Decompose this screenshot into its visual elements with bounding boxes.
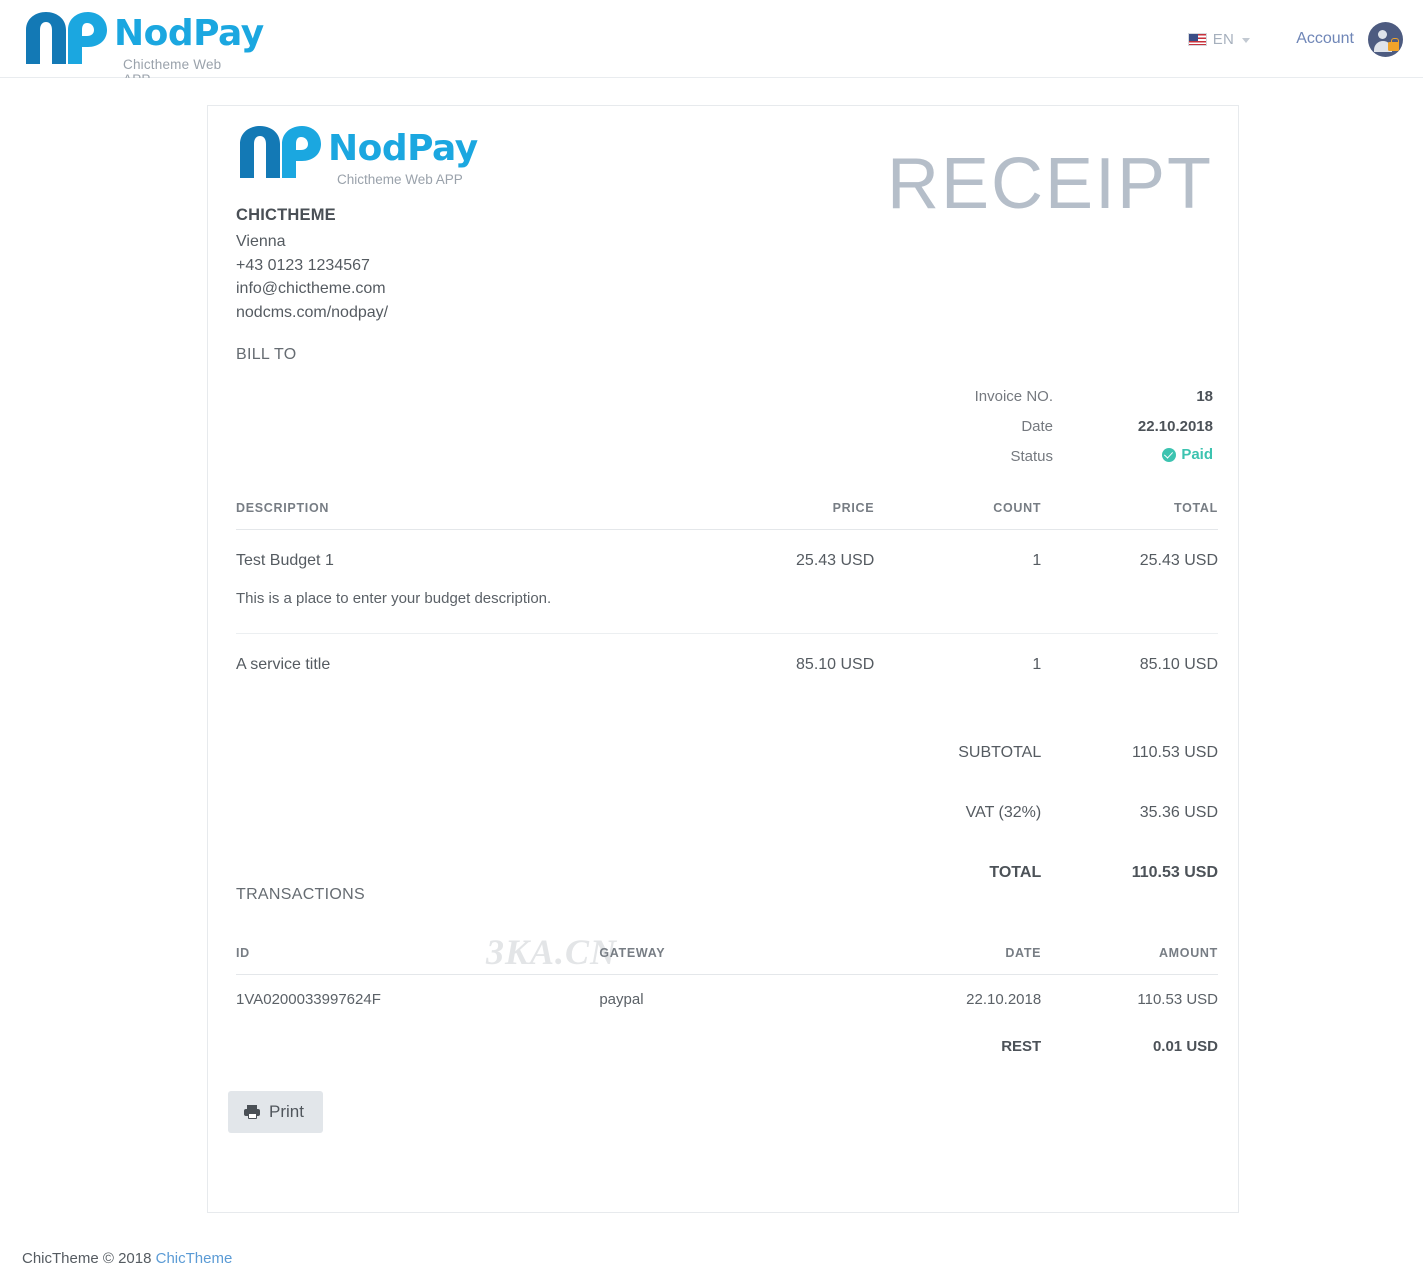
items-table: 3KA.CN DESCRIPTION PRICE COUNT TOTAL Tes… [236, 501, 1218, 972]
meta-value: 22.10.2018 [1137, 417, 1213, 435]
transaction-gateway: paypal [599, 991, 644, 1008]
summary-row-total: TOTAL 110.53 USD [236, 842, 1218, 902]
print-button-label: Print [269, 1102, 304, 1121]
summary-row-subtotal: SUBTOTAL 110.53 USD [236, 722, 1218, 782]
transactions-rest-row: REST 0.01 USD [236, 1020, 1218, 1067]
col-amount: AMOUNT [1041, 946, 1218, 975]
items-header-row: DESCRIPTION PRICE COUNT TOTAL [236, 501, 1218, 530]
brand-logo[interactable]: NodPay Chictheme Web APP [22, 8, 264, 87]
summary-row-vat: VAT (32%) 35.36 USD [236, 782, 1218, 842]
page-body: NodPay Chictheme Web APP CHICTHEME Vienn… [0, 78, 1423, 1283]
col-price: PRICE [677, 501, 875, 530]
nodpay-logo-icon [26, 12, 107, 64]
meta-row-invoice-no: Invoice NO. 18 [793, 381, 1213, 411]
item-price: 85.10 USD [796, 656, 875, 673]
footer: ChicTheme © 2018 ChicTheme [22, 1250, 232, 1267]
item-count: 1 [1032, 552, 1042, 569]
item-detail: This is a place to enter your budget des… [236, 590, 1218, 634]
item-description: A service title [236, 656, 331, 673]
item-total: 85.10 USD [1139, 656, 1218, 673]
avatar[interactable] [1368, 21, 1403, 57]
bill-to-label: BILL TO [236, 346, 297, 363]
col-description: DESCRIPTION [236, 501, 678, 530]
us-flag-icon [1187, 32, 1207, 46]
business-line: Vienna [236, 233, 286, 250]
item-count: 1 [1032, 656, 1042, 673]
col-gateway: GATEWAY [599, 946, 875, 975]
summary-value: 35.36 USD [1139, 804, 1218, 821]
business-address-block: Vienna +43 0123 1234567 info@chictheme.c… [236, 230, 388, 324]
business-line: nodcms.com/nodpay/ [236, 303, 389, 321]
receipt-logo: NodPay Chictheme Web APP [236, 124, 478, 187]
account-link[interactable]: Account [1296, 30, 1354, 48]
check-circle-icon [1162, 447, 1177, 462]
nav-right-group: EN Account [1187, 0, 1403, 78]
invoice-meta: Invoice NO. 18 Date 22.10.2018 Status Pa… [793, 381, 1213, 471]
print-button[interactable]: Print [228, 1091, 323, 1133]
business-name: CHICTHEME [236, 206, 336, 224]
meta-row-date: Date 22.10.2018 [793, 411, 1213, 441]
status-text: Paid [1181, 446, 1213, 464]
transaction-id: 1VA0200033997624F [236, 991, 381, 1008]
receipt-logo-tagline: Chictheme Web APP [337, 172, 463, 187]
page-title: RECEIPT [886, 144, 1213, 224]
nodpay-logo-icon [240, 126, 321, 178]
rest-label: REST [1001, 1038, 1042, 1055]
receipt-card: NodPay Chictheme Web APP CHICTHEME Vienn… [207, 105, 1239, 1213]
summary-label: TOTAL [989, 864, 1042, 881]
table-row: A service title 85.10 USD 1 85.10 USD [236, 634, 1218, 723]
rest-value: 0.01 USD [1152, 1038, 1218, 1055]
summary-label: VAT (32%) [965, 804, 1042, 821]
footer-link[interactable]: ChicTheme [156, 1250, 233, 1267]
col-count: COUNT [874, 501, 1042, 530]
status-badge: Paid [1053, 446, 1213, 466]
table-row-detail: This is a place to enter your budget des… [236, 590, 1218, 634]
item-price: 25.43 USD [796, 552, 875, 569]
transaction-date: 22.10.2018 [966, 991, 1042, 1008]
summary-value: 110.53 USD [1132, 744, 1218, 761]
receipt-logo-name: NodPay [328, 128, 478, 169]
receipt-header: NodPay Chictheme Web APP CHICTHEME Vienn… [236, 124, 1213, 334]
avatar-head-icon [1378, 29, 1387, 39]
col-id: ID [236, 946, 600, 975]
transactions-header-row: ID GATEWAY DATE AMOUNT [236, 946, 1218, 975]
printer-icon [244, 1105, 260, 1119]
meta-value: 18 [1196, 387, 1213, 405]
col-total: TOTAL [1041, 501, 1218, 530]
item-description: Test Budget 1 [236, 552, 334, 569]
table-row: Test Budget 1 25.43 USD 1 25.43 USD [236, 530, 1218, 591]
meta-label: Invoice NO. [974, 387, 1053, 405]
footer-text: ChicTheme © 2018 [22, 1250, 152, 1267]
summary-value: 110.53 USD [1131, 864, 1218, 881]
meta-row-status: Status Paid [793, 441, 1213, 471]
table-row: 1VA0200033997624F paypal 22.10.2018 110.… [236, 975, 1218, 1021]
col-date: DATE [874, 946, 1042, 975]
transactions-table: ID GATEWAY DATE AMOUNT 1VA0200033997624F… [236, 946, 1218, 1067]
language-code: EN [1212, 30, 1235, 48]
chevron-down-icon [1242, 37, 1251, 43]
transaction-amount: 110.53 USD [1137, 991, 1218, 1008]
top-navigation-bar: NodPay Chictheme Web APP EN Account [0, 0, 1423, 87]
item-total: 25.43 USD [1139, 552, 1218, 569]
business-line: +43 0123 1234567 [236, 256, 370, 274]
business-line: info@chictheme.com [236, 280, 386, 297]
meta-label: Date [1021, 417, 1053, 435]
summary-label: SUBTOTAL [958, 744, 1042, 761]
meta-label: Status [1010, 447, 1053, 465]
language-selector[interactable]: EN [1187, 30, 1251, 48]
transactions-title: TRANSACTIONS [236, 886, 365, 903]
brand-name: NodPay [114, 13, 264, 54]
lock-icon [1388, 37, 1399, 51]
